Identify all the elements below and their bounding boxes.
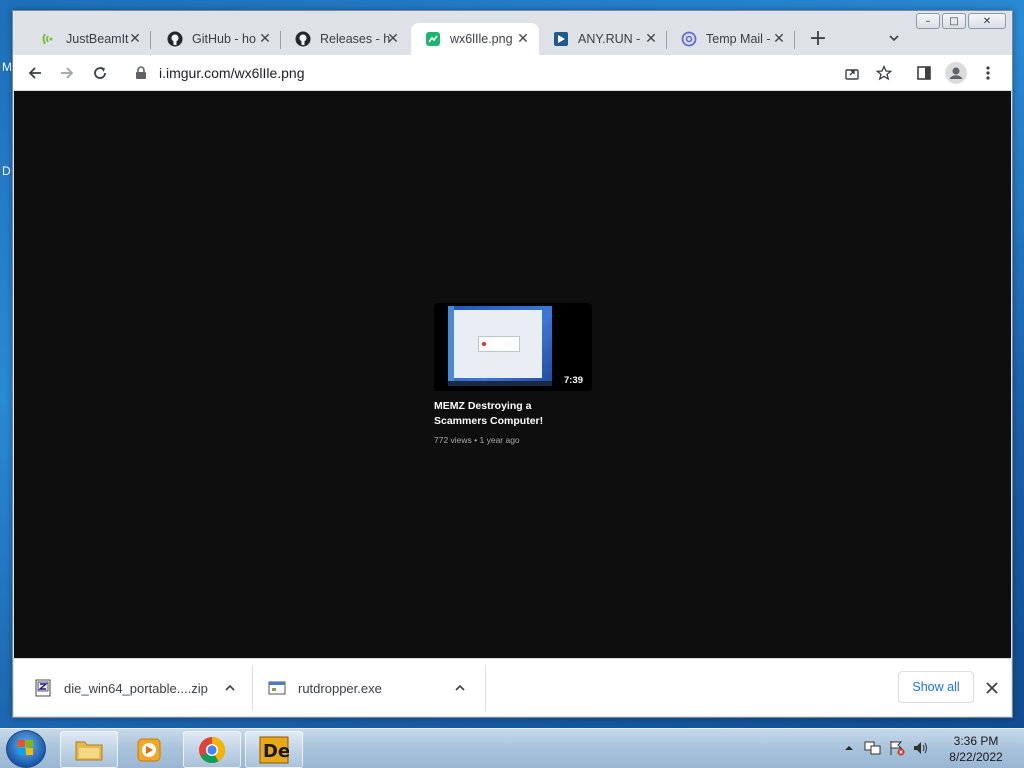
download-shelf: die_win64_portable....zip rutdropper.exe… — [14, 658, 1011, 716]
chevron-up-icon[interactable] — [452, 680, 468, 696]
clock-time: 3:36 PM — [953, 734, 999, 748]
video-duration: 7:39 — [560, 374, 586, 387]
system-tray — [844, 729, 936, 768]
share-icon — [845, 69, 859, 80]
tab-justbeamit[interactable]: JustBeamIt ✕ — [27, 23, 151, 55]
tab-releases[interactable]: Releases - h ✕ — [281, 23, 409, 55]
divider — [252, 665, 253, 711]
close-icon — [986, 682, 998, 694]
download-filename: rutdropper.exe — [298, 680, 382, 696]
close-tab-icon[interactable]: ✕ — [515, 31, 531, 47]
profile-button[interactable] — [944, 61, 968, 85]
forward-arrow-icon — [61, 67, 74, 79]
clock-date: 8/22/2022 — [949, 750, 1003, 764]
video-title[interactable]: MEMZ Destroying a Scammers Computer! — [434, 399, 554, 429]
windows-logo-icon — [18, 740, 33, 755]
avatar-icon — [945, 62, 967, 84]
address-bar[interactable]: i.imgur.com/wx6lIle.png — [125, 59, 905, 87]
new-tab-button[interactable]: + — [807, 28, 829, 51]
forward-button[interactable] — [55, 61, 79, 85]
taskbar-clock[interactable]: 3:36 PM 8/22/2022 — [940, 733, 1012, 765]
close-tab-icon[interactable]: ✕ — [643, 31, 659, 47]
imgur-icon — [425, 31, 441, 47]
browser-toolbar: i.imgur.com/wx6lIle.png — [13, 55, 1012, 91]
back-button[interactable] — [23, 61, 47, 85]
justbeamit-icon — [41, 31, 57, 47]
close-shelf-button[interactable] — [982, 678, 1002, 698]
explorer-taskbar-button[interactable] — [60, 731, 118, 768]
reload-icon — [94, 67, 106, 79]
taskbar: De 3:36 PM 8/22/2022 — [0, 728, 1024, 768]
tab-separator — [794, 31, 795, 49]
close-tab-icon[interactable]: ✕ — [385, 31, 401, 47]
die-app-icon: De — [259, 736, 289, 763]
video-card[interactable]: 7:39 MEMZ Destroying a Scammers Computer… — [434, 303, 594, 445]
star-icon — [876, 65, 892, 81]
anyrun-icon — [553, 31, 569, 47]
tab-imgur[interactable]: wx6lIle.png ✕ — [411, 23, 539, 55]
close-tab-icon[interactable]: ✕ — [257, 31, 273, 47]
tab-strip: JustBeamIt ✕ GitHub - ho ✕ Releases - h … — [13, 23, 1012, 55]
menu-button[interactable] — [976, 61, 1000, 85]
share-button[interactable] — [840, 61, 864, 85]
tab-separator — [150, 31, 151, 49]
exe-file-icon — [268, 679, 286, 697]
close-tab-icon[interactable]: ✕ — [771, 31, 787, 47]
video-meta: 772 views • 1 year ago — [434, 435, 520, 445]
chevron-up-icon[interactable] — [222, 680, 238, 696]
lock-icon[interactable] — [133, 65, 149, 81]
github-icon — [167, 31, 183, 47]
tab-github[interactable]: GitHub - ho ✕ — [153, 23, 281, 55]
start-button[interactable] — [6, 730, 46, 768]
browser-window: – □ ✕ JustBeamIt ✕ GitHub - ho ✕ Release… — [12, 10, 1013, 718]
url-text: i.imgur.com/wx6lIle.png — [159, 65, 305, 81]
video-thumbnail[interactable]: 7:39 — [434, 303, 592, 391]
page-content: 7:39 MEMZ Destroying a Scammers Computer… — [14, 91, 1011, 658]
github-icon — [295, 31, 311, 47]
die-taskbar-button[interactable]: De — [245, 731, 303, 768]
tab-tempmail[interactable]: Temp Mail - ✕ — [667, 23, 795, 55]
side-panel-icon — [917, 66, 931, 80]
show-hidden-icons-icon[interactable] — [844, 742, 856, 756]
desktop-icon-label: M — [2, 60, 12, 74]
desktop-icon-label: D — [2, 164, 11, 178]
action-center-flag-icon[interactable] — [888, 740, 912, 759]
media-player-icon — [137, 738, 161, 761]
side-panel-button[interactable] — [912, 61, 936, 85]
reload-button[interactable] — [88, 61, 112, 85]
tempmail-icon — [681, 31, 697, 47]
bookmark-button[interactable] — [872, 61, 896, 85]
folder-icon — [75, 741, 103, 760]
volume-icon[interactable] — [912, 740, 936, 759]
tab-search-chevron-icon[interactable] — [885, 31, 903, 49]
download-item[interactable]: die_win64_portable....zip — [34, 659, 244, 717]
download-filename: die_win64_portable....zip — [64, 680, 208, 696]
network-icon[interactable] — [864, 740, 888, 759]
download-item[interactable]: rutdropper.exe — [268, 659, 484, 717]
media-player-taskbar-button[interactable] — [120, 731, 178, 768]
close-tab-icon[interactable]: ✕ — [127, 31, 143, 47]
thumbnail-image — [448, 306, 552, 386]
tab-anyrun[interactable]: ANY.RUN - ✕ — [539, 23, 667, 55]
chrome-taskbar-button[interactable] — [183, 731, 241, 768]
chrome-icon — [199, 736, 226, 763]
show-all-button[interactable]: Show all — [898, 671, 974, 703]
back-arrow-icon — [28, 67, 41, 79]
zip-file-icon — [34, 679, 52, 697]
kebab-menu-icon — [986, 66, 990, 80]
svg-text:De: De — [263, 741, 289, 762]
divider — [485, 665, 486, 711]
